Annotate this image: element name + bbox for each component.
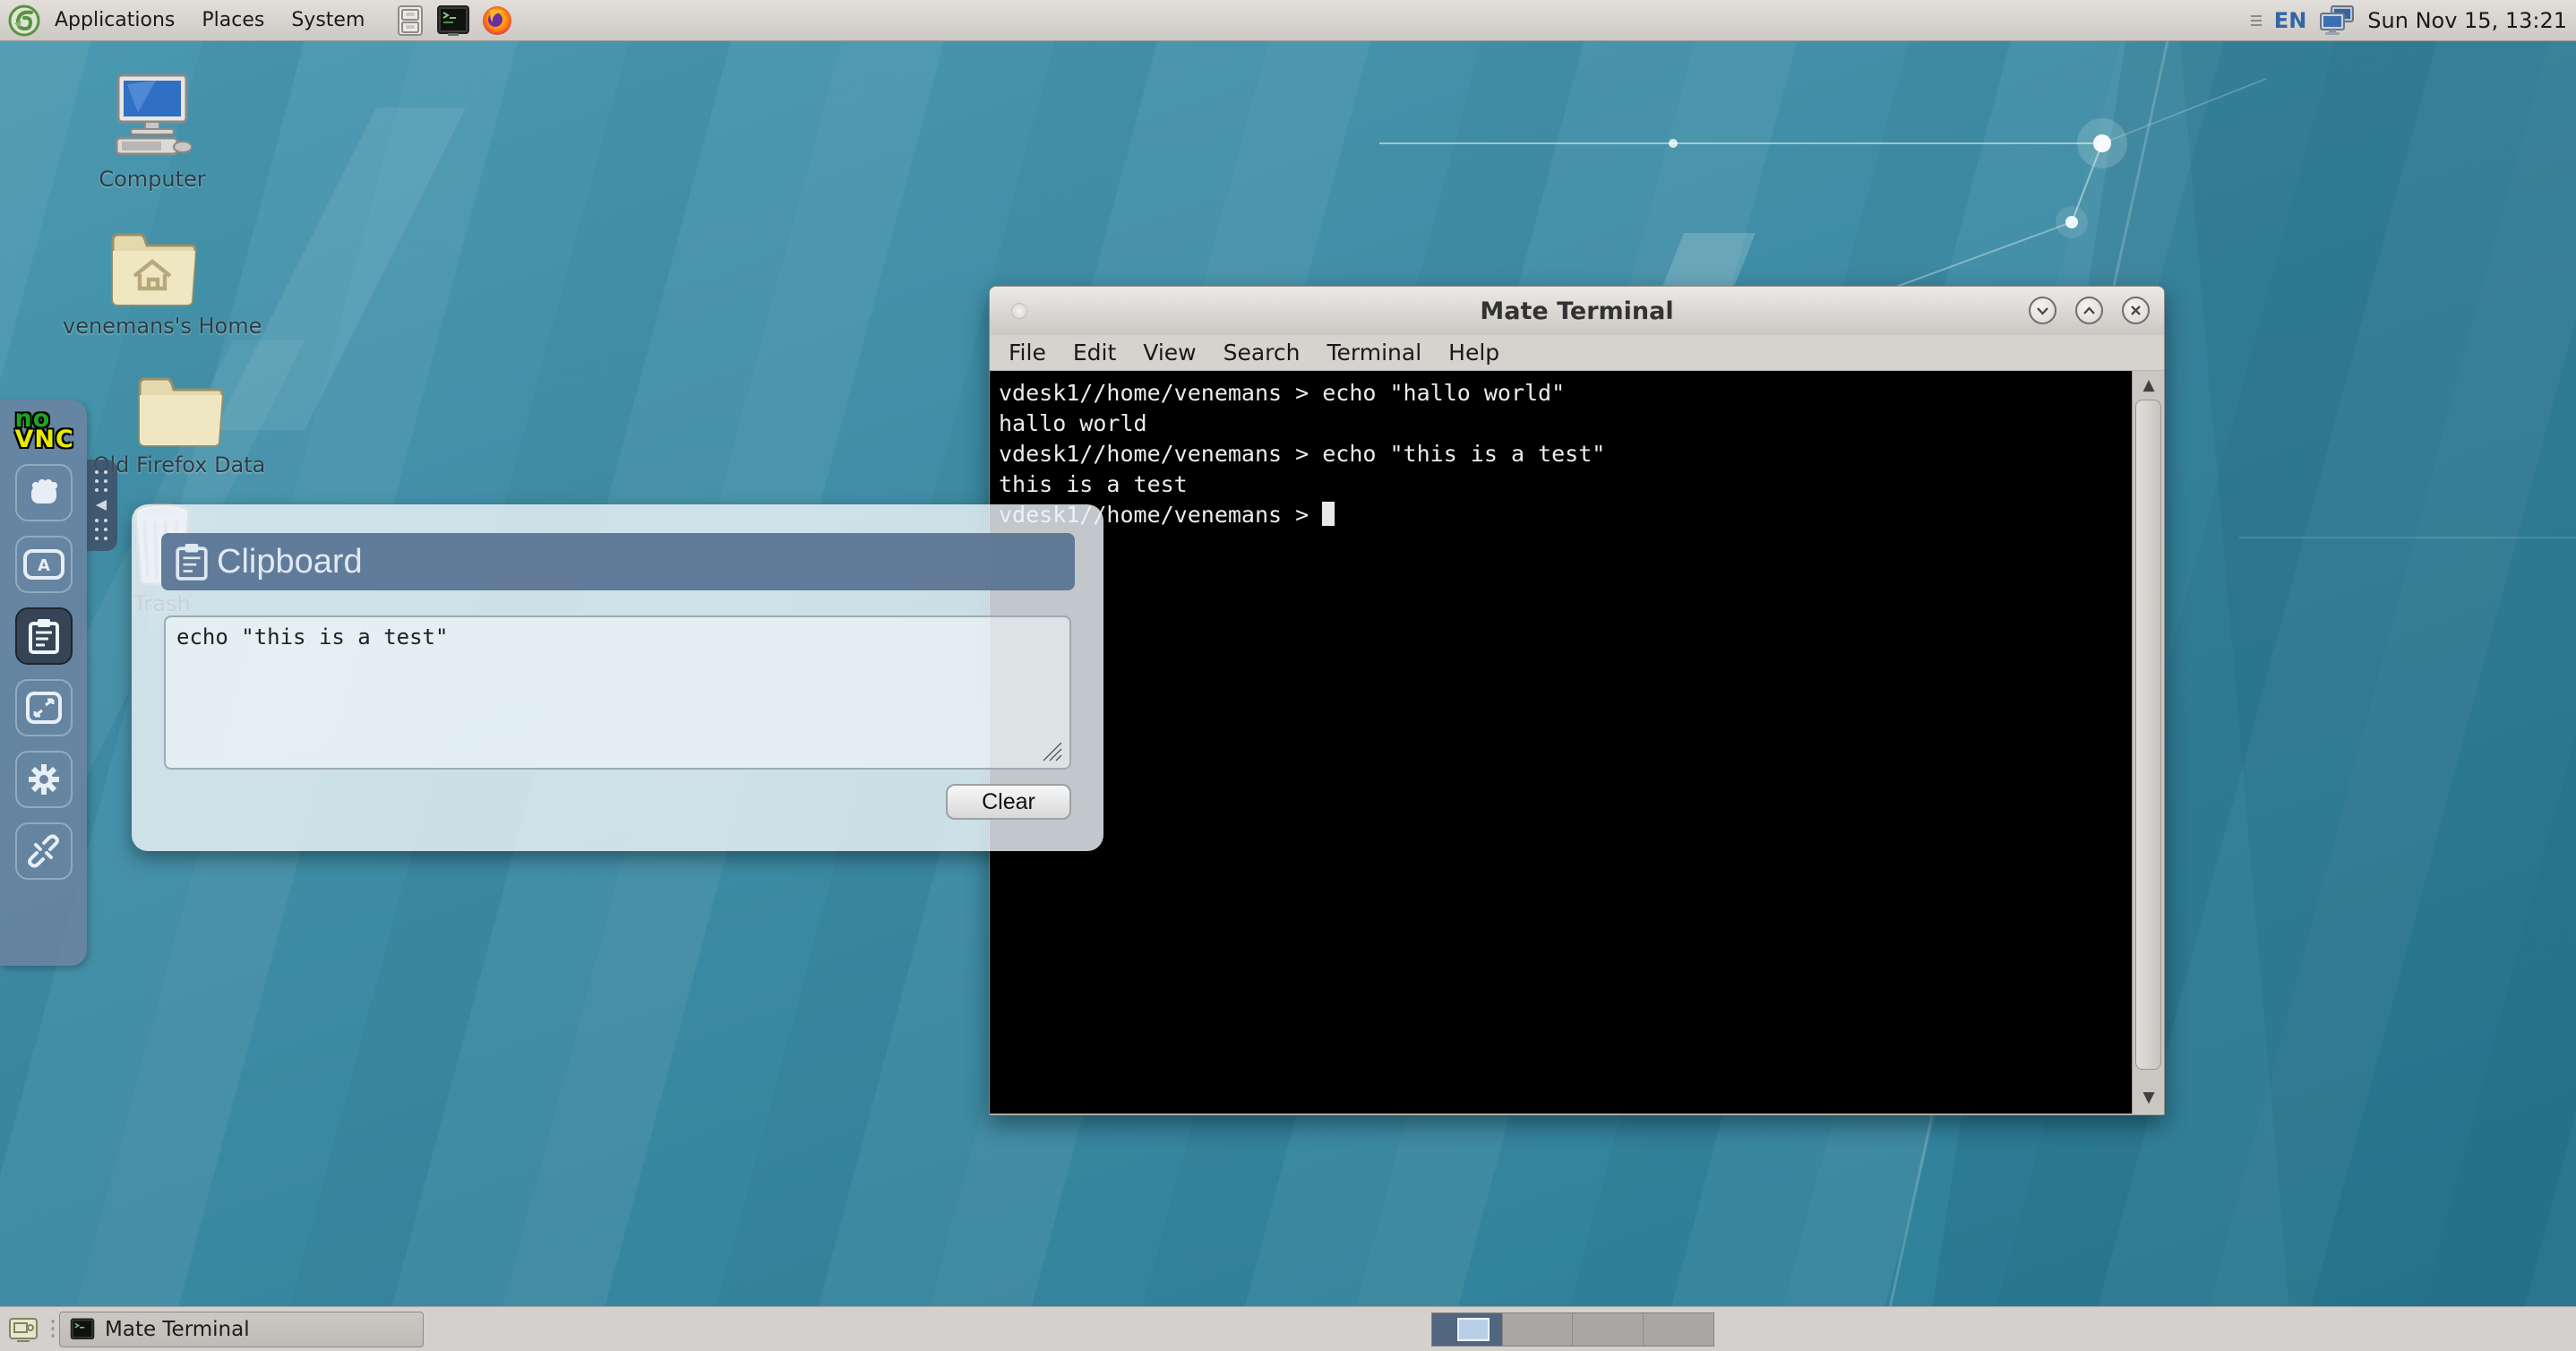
clipboard-panel-title: Clipboard xyxy=(217,543,363,581)
window-minimize-button[interactable] xyxy=(2029,297,2057,324)
menu-help[interactable]: Help xyxy=(1435,340,1513,366)
computer-icon xyxy=(106,70,199,163)
bottom-panel: Mate Terminal xyxy=(0,1306,2576,1351)
clipboard-panel-header: Clipboard xyxy=(161,533,1075,590)
clipboard-clear-button[interactable]: Clear xyxy=(946,784,1071,820)
terminal-menubar: File Edit View Search Terminal Help xyxy=(990,335,2164,371)
terminal-launcher-icon[interactable] xyxy=(435,4,471,38)
taskbar-window-button[interactable]: Mate Terminal xyxy=(59,1312,424,1347)
window-title: Mate Terminal xyxy=(1480,297,1673,325)
firefox-launcher-icon[interactable] xyxy=(480,4,514,38)
grab-hand-icon xyxy=(25,475,63,511)
keyboard-layout-indicator[interactable]: EN xyxy=(2274,8,2306,33)
scroll-up-icon[interactable]: ▲ xyxy=(2133,376,2165,394)
workspace-1[interactable] xyxy=(1432,1313,1503,1346)
desktop-icon-home[interactable]: venemans's Home xyxy=(63,226,242,339)
clipboard-panel: Clipboard echo "this is a test" Clear xyxy=(132,504,1103,851)
panel-handle[interactable] xyxy=(50,1318,56,1341)
show-desktop-icon xyxy=(8,1315,39,1344)
terminal-scrollbar[interactable]: ▲ ▼ xyxy=(2132,371,2164,1114)
workspace-4[interactable] xyxy=(1644,1313,1714,1346)
novnc-handle[interactable] xyxy=(87,460,117,551)
novnc-logo: no VNC xyxy=(15,409,73,450)
workspace-2[interactable] xyxy=(1503,1313,1574,1346)
drag-viewport-button[interactable] xyxy=(15,464,73,521)
menu-system[interactable]: System xyxy=(278,1,378,40)
handle-arrow-icon xyxy=(90,467,114,544)
clock[interactable]: Sun Nov 15, 13:21 xyxy=(2367,8,2567,33)
desktop-icon-firefox-data[interactable]: Old Firefox Data xyxy=(90,372,269,478)
menu-search[interactable]: Search xyxy=(1210,340,1314,366)
chevron-up-icon xyxy=(2082,306,2096,315)
workspace-3[interactable] xyxy=(1573,1313,1644,1346)
settings-button[interactable] xyxy=(15,751,73,808)
menu-places[interactable]: Places xyxy=(188,1,278,40)
terminal-line: this is a test xyxy=(999,469,2132,500)
show-desktop-button[interactable] xyxy=(5,1312,41,1347)
terminal-window: Mate Terminal File Edit View Search Term… xyxy=(989,286,2165,1115)
window-icon xyxy=(1011,303,1027,319)
scroll-down-icon[interactable]: ▼ xyxy=(2133,1089,2165,1106)
terminal-cursor xyxy=(1322,502,1335,526)
menu-edit[interactable]: Edit xyxy=(1060,340,1129,366)
desktop-icon-computer[interactable]: Computer xyxy=(63,70,242,192)
desktop-icon-label: Computer xyxy=(63,167,242,192)
top-panel: Applications Places System xyxy=(0,0,2576,41)
clipboard-icon xyxy=(27,617,61,655)
menu-view[interactable]: View xyxy=(1129,340,1209,366)
terminal-titlebar[interactable]: Mate Terminal xyxy=(990,287,2164,335)
close-icon xyxy=(2130,305,2142,316)
workspace-window-thumbnail xyxy=(1457,1318,1490,1341)
window-close-button[interactable] xyxy=(2122,297,2150,324)
terminal-output[interactable]: vdesk1//home/venemans > echo "hallo worl… xyxy=(990,371,2132,1114)
menu-file[interactable]: File xyxy=(995,340,1060,366)
show-keyboard-button[interactable]: A xyxy=(15,536,73,593)
terminal-prompt-line: vdesk1//home/venemans > xyxy=(999,500,2132,530)
resize-grip-icon[interactable] xyxy=(1040,739,1063,762)
taskbar-window-label: Mate Terminal xyxy=(105,1318,250,1341)
network-icon[interactable] xyxy=(2317,3,2357,39)
menu-terminal[interactable]: Terminal xyxy=(1313,340,1435,366)
clipboard-textarea[interactable]: echo "this is a test" xyxy=(164,615,1071,770)
terminal-line: vdesk1//home/venemans > echo "hallo worl… xyxy=(999,378,2132,409)
terminal-line: vdesk1//home/venemans > echo "this is a … xyxy=(999,439,2132,469)
clipboard-button[interactable] xyxy=(15,607,73,665)
chevron-down-icon xyxy=(2036,306,2049,315)
novnc-control-bar: no VNC A xyxy=(0,400,87,966)
menu-applications[interactable]: Applications xyxy=(41,1,188,40)
desktop-icon-label: venemans's Home xyxy=(63,314,242,339)
keyboard-icon: A xyxy=(23,549,64,580)
disconnect-icon xyxy=(24,833,64,869)
menu-bars-icon[interactable] xyxy=(2249,14,2263,27)
terminal-task-icon xyxy=(69,1317,96,1342)
workspace-switcher xyxy=(1431,1312,1714,1347)
folder-icon xyxy=(133,372,226,449)
fullscreen-button[interactable] xyxy=(15,679,73,736)
window-maximize-button[interactable] xyxy=(2075,297,2103,324)
home-folder-icon xyxy=(106,226,199,310)
svg-text:A: A xyxy=(38,556,50,575)
file-manager-launcher-icon[interactable] xyxy=(394,4,426,38)
terminal-line: hallo world xyxy=(999,409,2132,439)
mate-menu-icon[interactable] xyxy=(7,4,41,38)
scrollbar-thumb[interactable] xyxy=(2135,400,2161,1070)
disconnect-button[interactable] xyxy=(15,822,73,880)
clipboard-icon xyxy=(174,541,210,582)
settings-gear-icon xyxy=(25,761,63,798)
fullscreen-icon xyxy=(25,691,63,725)
